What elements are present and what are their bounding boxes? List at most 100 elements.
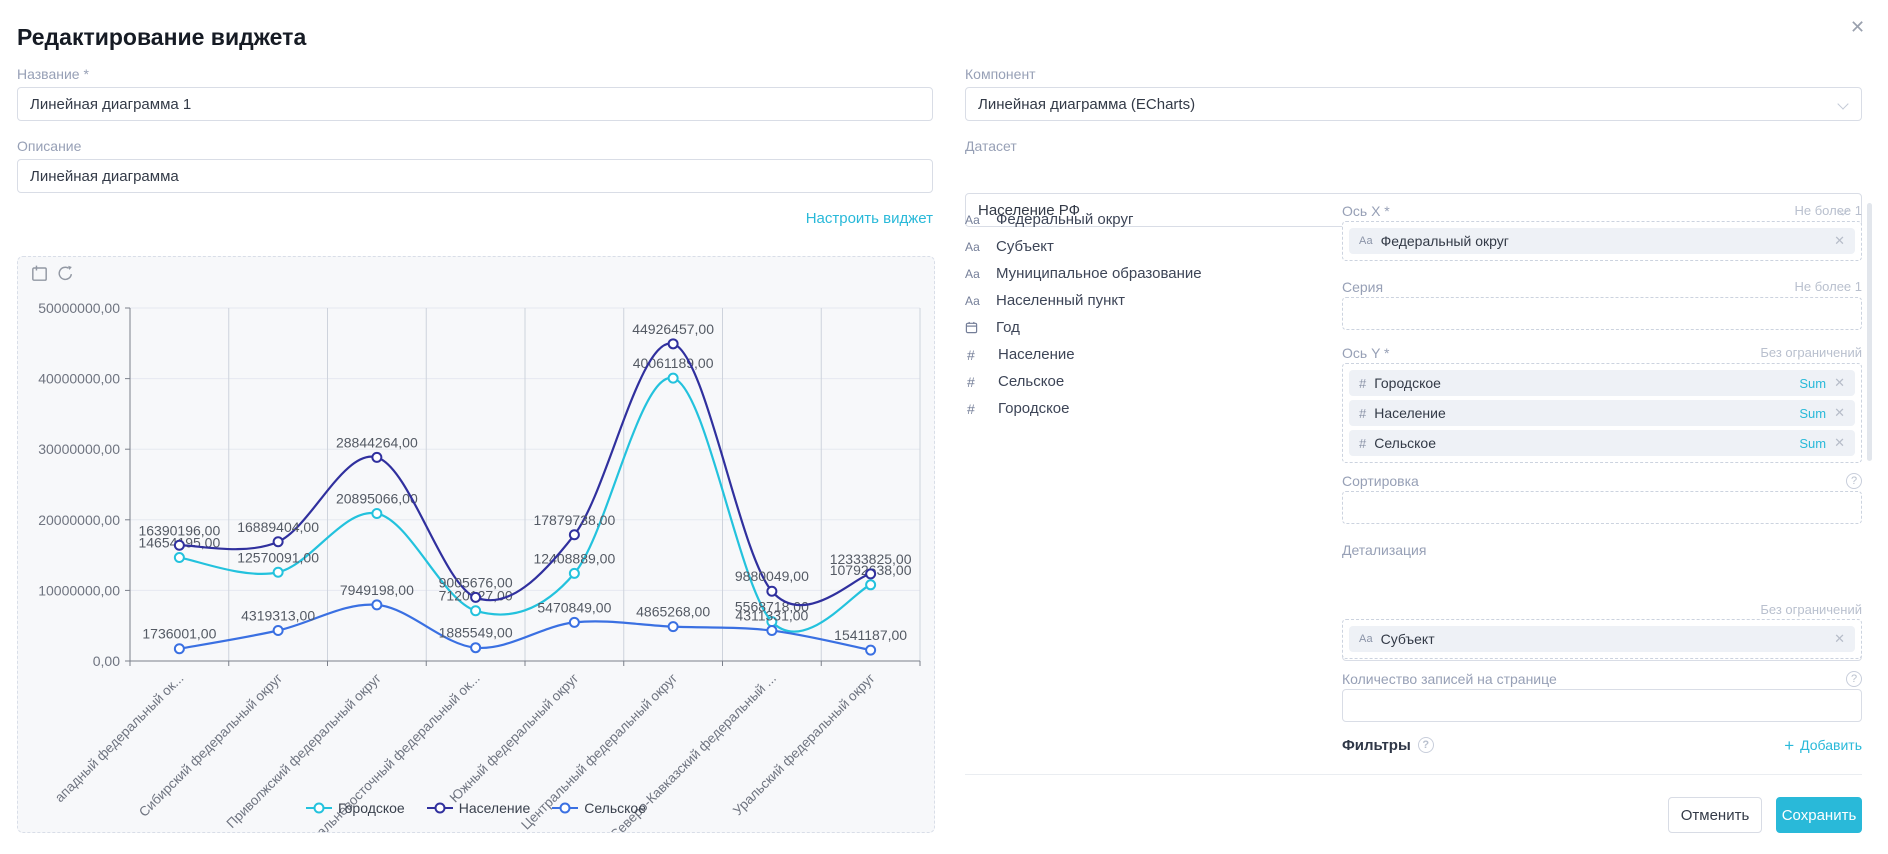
line-chart[interactable]: 0,00 10000000,00 20000000,00 30000000,00 400… [18,257,934,832]
selected-field-chip[interactable]: # Сельское Sum ✕ [1349,430,1855,456]
text-field-icon: Аа [1359,235,1373,247]
aggregation-badge[interactable]: Sum [1799,406,1826,421]
page-title: Редактирование виджета [17,24,306,51]
svg-text:16889404,00: 16889404,00 [237,519,319,535]
dataset-field-label: Городское [998,400,1069,417]
close-icon[interactable]: ✕ [1850,18,1865,36]
axis-y-label: Ось Y * [1342,345,1390,361]
selected-field-chip[interactable]: АаСубъект✕ [1349,626,1855,652]
dataset-field[interactable]: #Сельское [965,368,1335,395]
remove-chip-icon[interactable]: ✕ [1834,631,1845,647]
axis-y-dropzone[interactable]: #ГородскоеSum✕#НаселениеSum✕#СельскоеSum… [1342,363,1862,463]
question-icon[interactable]: ? [1846,671,1862,687]
selected-field-chip[interactable]: Аа Федеральный округ ✕ [1349,228,1855,254]
dataset-field[interactable]: #Население [965,341,1335,368]
svg-text:9005676,00: 9005676,00 [439,574,513,590]
axis-x-label: Ось X * [1342,203,1390,219]
dataset-field[interactable]: Аа Муниципальное образование [965,260,1335,287]
aggregation-badge[interactable]: Sum [1799,436,1826,451]
text-field-icon: Аа [965,267,987,281]
save-button[interactable]: Сохранить [1776,797,1862,833]
svg-text:20895066,00: 20895066,00 [336,490,418,506]
component-select[interactable]: Линейная диаграмма (ECharts) [965,87,1862,121]
svg-text:44926457,00: 44926457,00 [632,321,714,337]
dataset-field[interactable]: # Городское [965,395,1335,422]
component-label: Компонент [965,66,1036,82]
footer-divider [965,774,1862,775]
dataset-field-label: Сельское [998,373,1064,390]
svg-text:12333825,00: 12333825,00 [830,551,912,567]
remove-chip-icon[interactable]: ✕ [1834,233,1845,249]
dataset-field-label: Муниципальное образование [996,265,1202,282]
question-icon[interactable]: ? [1846,473,1862,489]
svg-text:12408889,00: 12408889,00 [533,550,615,566]
plus-icon: + [1784,737,1794,754]
number-field-icon: # [965,347,989,363]
dataset-label: Датасет [965,138,1017,154]
add-filter-button[interactable]: + Добавить [1784,737,1862,754]
number-field-icon: # [965,401,989,417]
legend-marker-icon [306,802,332,814]
configure-widget-link[interactable]: Настроить виджет [806,210,933,227]
chart-legend: Городское Население Сельское [18,800,934,816]
dataset-field[interactable]: АаФедеральный округ [965,206,1335,233]
page-size-input[interactable] [1342,689,1862,722]
series-dropzone[interactable] [1342,297,1862,330]
svg-text:1541187,00: 1541187,00 [834,627,907,643]
dataset-field-list: АаФедеральный округАаСубъектАаМуниципаль… [965,206,1335,422]
question-icon[interactable]: ? [1418,737,1434,753]
panel-scrollbar[interactable] [1867,203,1872,461]
axis-x-dropzone[interactable]: Аа Федеральный округ ✕ [1342,221,1862,261]
svg-text:0,00: 0,00 [93,653,120,669]
dataset-field[interactable]: АаСубъект [965,233,1335,260]
legend-label: Население [459,800,531,816]
svg-text:30000000,00: 30000000,00 [38,441,120,457]
svg-text:10000000,00: 10000000,00 [38,582,120,598]
detail-dropzone[interactable]: АаСубъект✕ [1342,619,1862,659]
description-label: Описание [17,138,81,154]
dataset-field-label: Год [996,319,1020,336]
svg-text:1885549,00: 1885549,00 [439,625,513,641]
date-field-icon [965,321,987,334]
cancel-button[interactable]: Отменить [1668,797,1762,833]
chip-label: Федеральный округ [1381,233,1827,249]
number-field-icon: # [1359,406,1366,421]
selected-field-chip[interactable]: # Население Sum ✕ [1349,400,1855,426]
filters-label: Фильтры ? [1342,737,1434,754]
svg-text:40000000,00: 40000000,00 [38,371,120,387]
series-slot-label: Серия [1342,279,1383,295]
component-value: Линейная диаграмма (ECharts) [978,96,1195,113]
sorting-dropzone[interactable] [1342,491,1862,524]
remove-chip-icon[interactable]: ✕ [1834,435,1845,451]
svg-text:20000000,00: 20000000,00 [38,512,120,528]
chart-panel[interactable]: 0,00 10000000,00 20000000,00 30000000,00 400… [17,256,935,833]
aggregation-badge[interactable]: Sum [1799,376,1826,391]
sorting-label: Сортировка [1342,473,1419,489]
dataset-field-label: Субъект [996,238,1054,255]
svg-text:1736001,00: 1736001,00 [142,626,216,642]
dataset-field[interactable]: Год [965,314,1335,341]
chip-label: Сельское [1374,435,1791,451]
svg-text:5470849,00: 5470849,00 [537,599,611,615]
legend-item[interactable]: Население [427,800,531,816]
legend-item[interactable]: Сельское [552,800,646,816]
legend-marker-icon [427,802,453,814]
name-label: Название * [17,66,89,82]
svg-text:17879738,00: 17879738,00 [533,512,615,528]
number-field-icon: # [1359,436,1366,451]
name-input[interactable] [17,87,933,121]
text-field-icon: Аа [1359,633,1373,645]
dataset-field[interactable]: АаНаселенный пункт [965,287,1335,314]
selected-field-chip[interactable]: #ГородскоеSum✕ [1349,370,1855,396]
chip-label: Население [1374,405,1791,421]
series-slot-limit: Не более 1 [1794,279,1862,294]
page-size-label: Количество записей на странице [1342,671,1557,687]
description-input[interactable] [17,159,933,193]
legend-label: Сельское [584,800,646,816]
text-field-icon: Аа [965,213,987,227]
legend-item[interactable]: Городское [306,800,405,816]
remove-chip-icon[interactable]: ✕ [1834,405,1845,421]
chip-label: Городское [1374,375,1791,391]
svg-text:4319313,00: 4319313,00 [241,608,315,624]
remove-chip-icon[interactable]: ✕ [1834,375,1845,391]
